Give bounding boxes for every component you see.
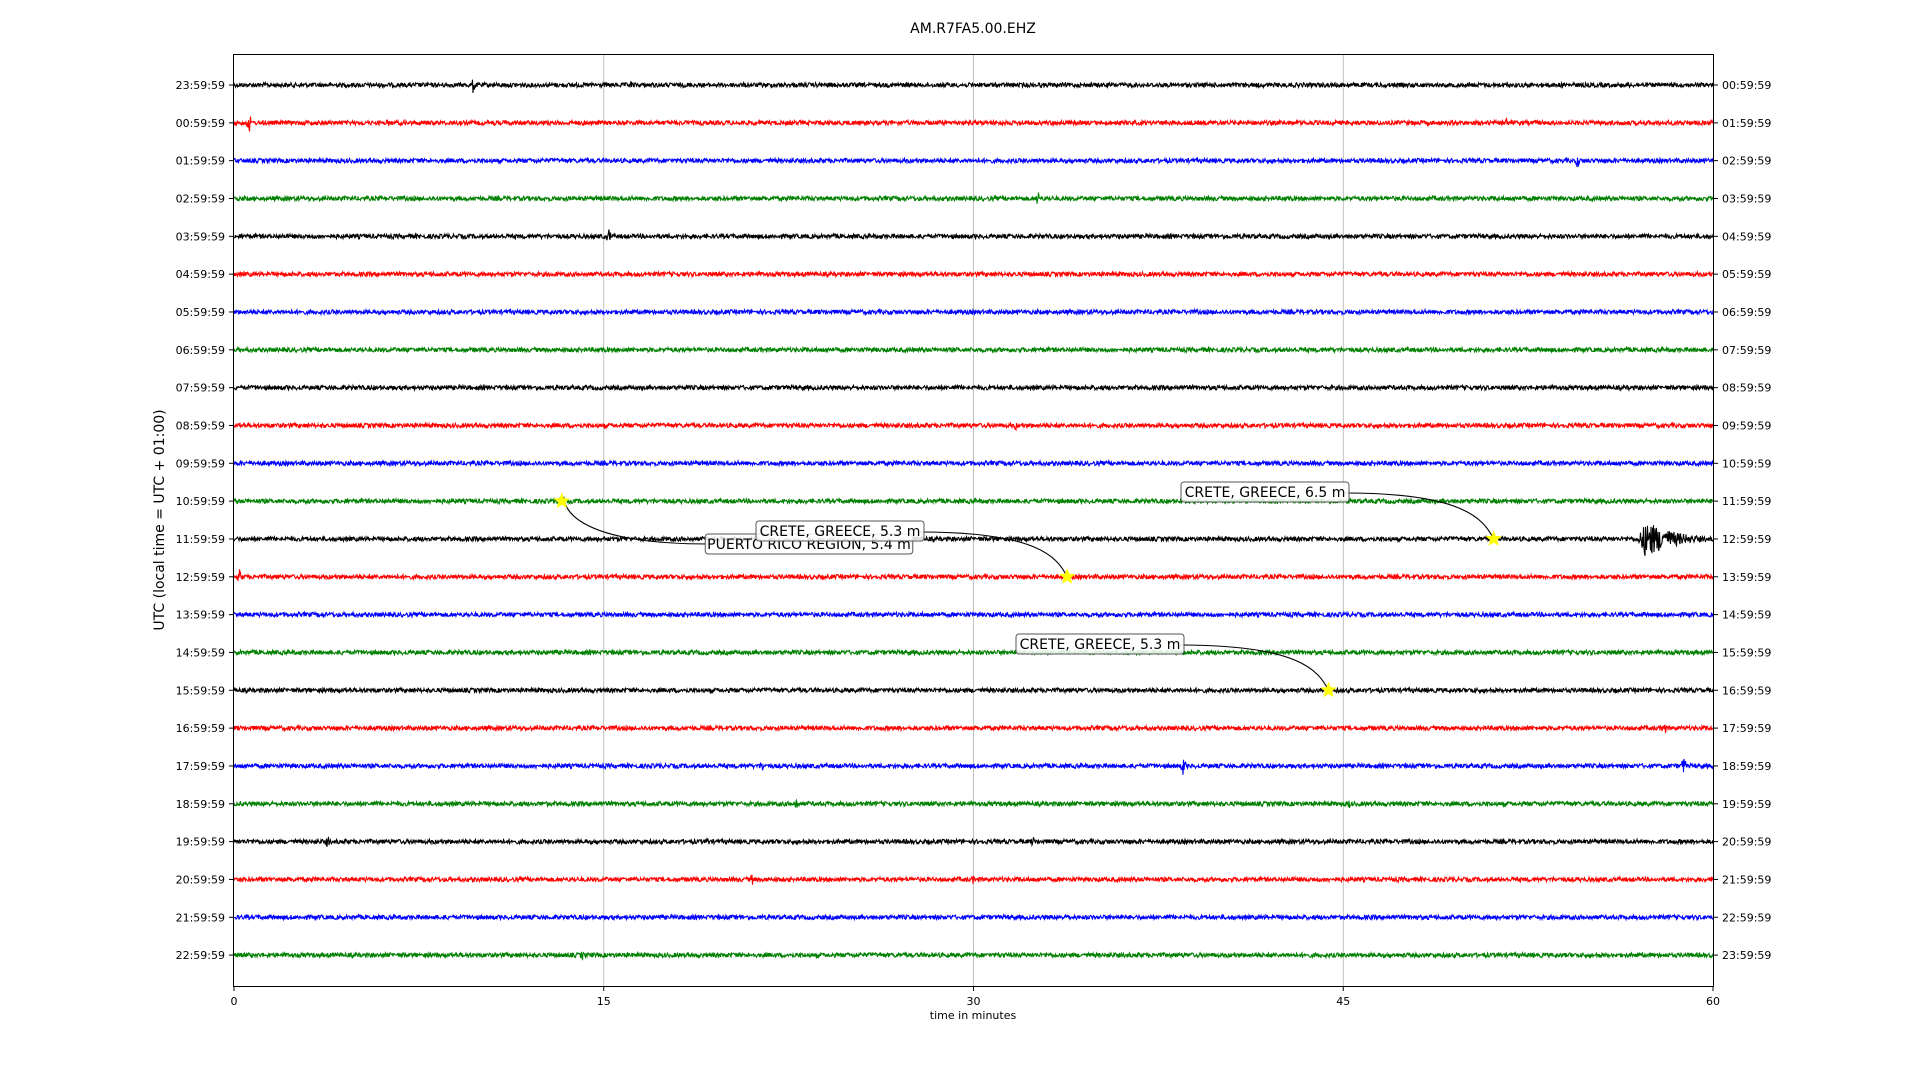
left-tick-label: 05:59:59 [176, 306, 225, 319]
right-tick-label: 01:59:59 [1722, 117, 1771, 130]
left-y-axis: 23:59:59 00:59:59 01:59:59 02:59:59 03:59:59… [176, 79, 234, 962]
left-tick-label: 11:59:59 [176, 533, 225, 546]
left-tick-label: 14:59:59 [176, 646, 225, 659]
event-label: CRETE, GREECE, 5.3 m [1020, 637, 1181, 653]
event-annotations: PUERTO RICO REGION, 5.4 mCRETE, GREECE, … [553, 481, 1502, 698]
right-tick-label: 14:59:59 [1722, 609, 1771, 622]
x-tick-label: 30 [967, 995, 981, 1008]
right-tick-label: 07:59:59 [1722, 344, 1771, 357]
event-callout: CRETE, GREECE, 6.5 m [1180, 481, 1502, 546]
event-star-marker [1320, 681, 1337, 698]
right-tick-label: 06:59:59 [1722, 306, 1771, 319]
trace-row-15 [233, 648, 1715, 657]
left-tick-label: 01:59:59 [176, 155, 225, 168]
event-star-marker [1485, 530, 1502, 546]
right-tick-label: 03:59:59 [1722, 192, 1771, 205]
left-tick-label: 15:59:59 [176, 684, 225, 697]
right-tick-label: 19:59:59 [1722, 798, 1771, 811]
right-tick-label: 08:59:59 [1722, 382, 1771, 395]
left-tick-label: 18:59:59 [176, 798, 225, 811]
left-tick-label: 00:59:59 [176, 117, 225, 130]
right-tick-label: 09:59:59 [1722, 419, 1771, 432]
right-tick-label: 21:59:59 [1722, 873, 1771, 886]
right-tick-label: 23:59:59 [1722, 949, 1771, 962]
right-tick-label: 22:59:59 [1722, 911, 1771, 924]
event-label: CRETE, GREECE, 6.5 m [1185, 485, 1346, 501]
x-axis-label: time in minutes [930, 1009, 1017, 1022]
y-axis-label: UTC (local time = UTC + 01:00) [152, 409, 168, 630]
x-axis: 0 15 30 45 60 [231, 986, 1720, 1008]
left-tick-label: 23:59:59 [176, 79, 225, 92]
left-tick-label: 19:59:59 [176, 836, 225, 849]
x-tick-label: 45 [1336, 995, 1350, 1008]
left-tick-label: 09:59:59 [176, 457, 225, 470]
left-tick-label: 02:59:59 [176, 192, 225, 205]
right-tick-label: 11:59:59 [1722, 495, 1771, 508]
event-star-marker [553, 492, 571, 509]
event-callout: CRETE, GREECE, 5.3 m [1015, 633, 1337, 698]
left-tick-label: 07:59:59 [176, 382, 225, 395]
right-tick-label: 16:59:59 [1722, 684, 1771, 697]
left-tick-label: 21:59:59 [176, 911, 225, 924]
left-tick-label: 12:59:59 [176, 571, 225, 584]
right-tick-label: 15:59:59 [1722, 646, 1771, 659]
right-tick-label: 20:59:59 [1722, 836, 1771, 849]
left-tick-label: 10:59:59 [176, 495, 225, 508]
left-tick-label: 06:59:59 [176, 344, 225, 357]
right-y-axis: 00:59:59 01:59:59 02:59:59 03:59:59 04:59:59… [1713, 79, 1771, 962]
right-tick-label: 04:59:59 [1722, 230, 1771, 243]
right-tick-label: 13:59:59 [1722, 571, 1771, 584]
right-tick-label: 18:59:59 [1722, 760, 1771, 773]
left-tick-label: 03:59:59 [176, 230, 225, 243]
x-tick-label: 0 [231, 995, 238, 1008]
trace-row-6 [233, 307, 1715, 317]
right-tick-label: 05:59:59 [1722, 268, 1771, 281]
left-tick-label: 13:59:59 [176, 609, 225, 622]
x-tick-label: 60 [1706, 995, 1720, 1008]
right-tick-label: 17:59:59 [1722, 722, 1771, 735]
vertical-gridlines [603, 55, 1344, 986]
x-tick-label: 15 [597, 995, 611, 1008]
seismogram-helicorder: AM.R7FA5.00.EHZ PUERTO RICO REGION, 5.4 … [152, 21, 1771, 1022]
left-tick-label: 04:59:59 [176, 268, 225, 281]
left-tick-label: 17:59:59 [176, 760, 225, 773]
left-tick-label: 22:59:59 [176, 949, 225, 962]
chart-title: AM.R7FA5.00.EHZ [910, 21, 1036, 37]
event-label: CRETE, GREECE, 5.3 m [760, 524, 921, 540]
event-star-marker [1058, 568, 1076, 584]
left-tick-label: 16:59:59 [176, 722, 225, 735]
left-tick-label: 20:59:59 [176, 873, 225, 886]
right-tick-label: 10:59:59 [1722, 457, 1771, 470]
right-tick-label: 00:59:59 [1722, 79, 1771, 92]
right-tick-label: 12:59:59 [1722, 533, 1771, 546]
right-tick-label: 02:59:59 [1722, 155, 1771, 168]
left-tick-label: 08:59:59 [176, 419, 225, 432]
